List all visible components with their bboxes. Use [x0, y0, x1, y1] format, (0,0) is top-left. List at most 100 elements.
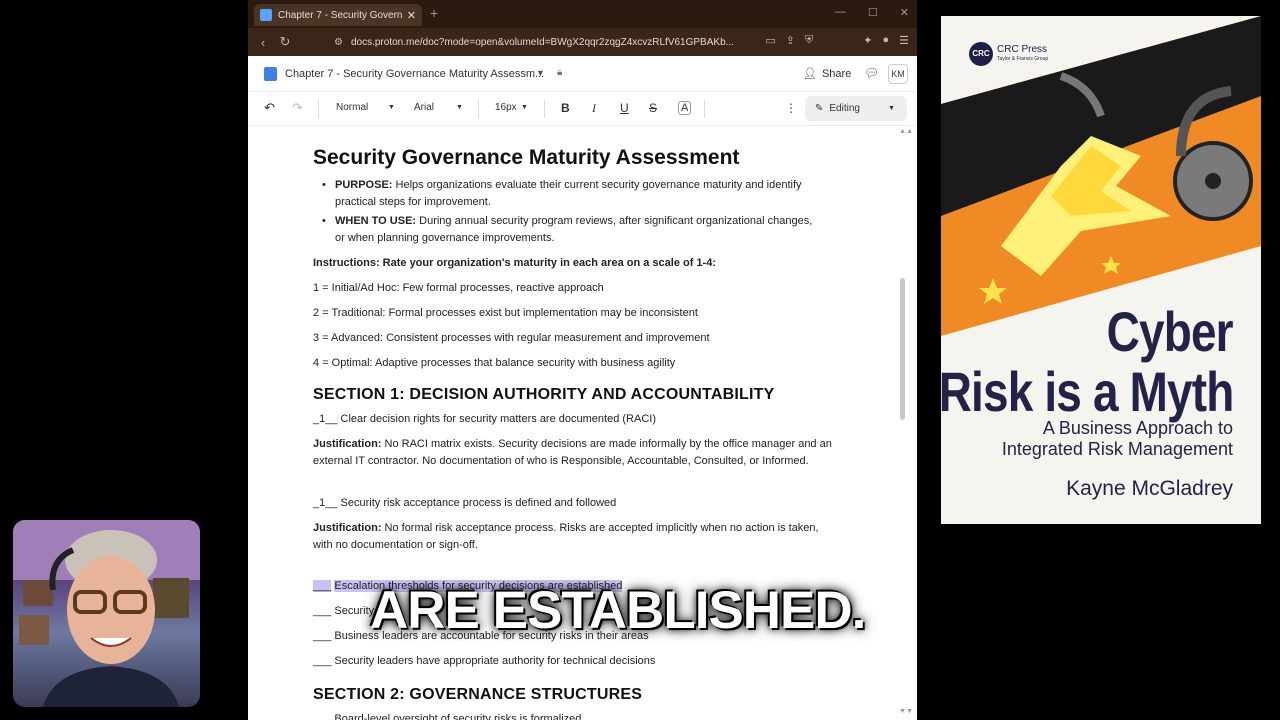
tab-chapter-7[interactable]: Chapter 7 - Security Governance ✕: [254, 4, 422, 26]
chevron-down-icon: ▼: [887, 105, 895, 112]
chevron-down-icon[interactable]: ▼: [521, 104, 528, 111]
keyhole: [1205, 173, 1221, 189]
font-size-select[interactable]: 16px: [495, 102, 517, 113]
back-icon[interactable]: ‹: [252, 35, 274, 50]
menu-icon[interactable]: ☰: [899, 34, 909, 47]
redo-icon[interactable]: ↷: [292, 100, 303, 116]
font-family-select[interactable]: Arial: [414, 102, 434, 113]
scroll-up-icon[interactable]: ▲▲: [899, 128, 913, 135]
purpose-text: Helps organizations evaluate their curre…: [335, 179, 802, 208]
assessment-item: _1__ Security risk acceptance process is…: [313, 497, 617, 509]
presenter-shirt: [43, 666, 179, 707]
scrollbar-thumb[interactable]: [900, 278, 905, 420]
close-icon[interactable]: ✕: [407, 9, 416, 22]
url-field[interactable]: ⚙ docs.proton.me/doc?mode=open&volumeId=…: [334, 32, 752, 52]
document-header: Chapter 7 - Security Governance Maturity…: [248, 56, 917, 92]
chevron-down-icon[interactable]: ▼: [536, 68, 545, 78]
document-icon: [264, 67, 277, 81]
window-controls: — ☐ ✕: [835, 6, 909, 19]
text-color-button[interactable]: A: [678, 101, 692, 115]
share-button[interactable]: 👤︎ Share: [803, 67, 852, 81]
book-cover: CRC CRC Press Taylor & Francis Group Cyb…: [941, 16, 1261, 524]
address-bar: ‹ ↻ ⚙ docs.proton.me/doc?mode=open&volum…: [248, 28, 917, 56]
profile-icon[interactable]: ●: [882, 34, 889, 47]
underline-button[interactable]: U: [620, 101, 629, 115]
strikethrough-button[interactable]: S: [649, 101, 657, 115]
maximize-icon[interactable]: ☐: [868, 6, 878, 19]
more-options-icon[interactable]: ⋮: [785, 101, 797, 115]
divider: [478, 100, 479, 118]
scale-item: 3 = Advanced: Consistent processes with …: [313, 332, 710, 344]
shield-icon[interactable]: ⛨: [805, 34, 813, 47]
highlighted-blank[interactable]: ___: [313, 580, 332, 592]
assessment-item: ___ Board-level oversight of security ri…: [313, 713, 582, 720]
extensions-icon[interactable]: ✦: [863, 34, 872, 47]
video-frame: Chapter 7 - Security Governance ✕ + — ☐ …: [0, 0, 1280, 720]
lock-icon: 🔒︎: [557, 67, 563, 78]
book-subtitle-line-1: A Business Approach to: [1042, 418, 1233, 438]
instructions-text: Instructions: Rate your organization's m…: [313, 257, 716, 269]
chevron-down-icon[interactable]: ▼: [388, 104, 395, 111]
book-cover-artwork: [941, 16, 1261, 336]
reload-icon[interactable]: ↻: [274, 34, 296, 50]
paragraph-style-select[interactable]: Normal: [336, 102, 368, 113]
document-title[interactable]: Chapter 7 - Security Governance Maturity…: [285, 68, 544, 80]
divider: [318, 100, 319, 118]
crc-press-logo: CRC: [969, 42, 993, 66]
divider: [544, 100, 545, 118]
address-bar-icons: ▭ ⇪ ⛨ ✦ ● ☰: [765, 34, 909, 47]
wall-picture: [153, 578, 189, 618]
justification: Justification: No RACI matrix exists. Se…: [313, 436, 833, 470]
pencil-icon: ✎: [815, 103, 824, 114]
share-label: Share: [821, 67, 852, 80]
list-item: WHEN TO USE: During annual security prog…: [322, 213, 825, 247]
book-subtitle-line-2: Integrated Risk Management: [1001, 439, 1233, 459]
new-tab-button[interactable]: +: [430, 5, 438, 21]
publisher-name: CRC Press: [997, 44, 1048, 55]
url-text: docs.proton.me/doc?mode=open&volumeId=BW…: [350, 36, 734, 48]
chevron-down-icon[interactable]: ▼: [456, 104, 463, 111]
proton-docs-icon: [260, 9, 272, 21]
editing-label: Editing: [829, 103, 860, 114]
cast-icon[interactable]: ▭: [765, 34, 775, 47]
tab-bar: Chapter 7 - Security Governance ✕ + — ☐ …: [248, 0, 917, 28]
justification-label: Justification:: [313, 438, 382, 450]
book-title-line-2: Risk is a Myth: [941, 360, 1234, 423]
book-title-line-1: Cyber: [1106, 300, 1234, 363]
presenter-video: [13, 520, 200, 707]
publisher-subtitle: Taylor & Francis Group: [997, 56, 1049, 62]
add-user-icon: 👤︎: [803, 68, 817, 80]
scroll-down-icon[interactable]: ▼▼: [899, 708, 913, 715]
assessment-item: _1__ Clear decision rights for security …: [313, 413, 656, 425]
bold-button[interactable]: B: [561, 101, 570, 115]
book-author: Kayne McGladrey: [1066, 477, 1233, 500]
justification-text: No RACI matrix exists. Security decision…: [313, 438, 832, 467]
section-heading: SECTION 1: DECISION AUTHORITY AND ACCOUN…: [313, 386, 775, 403]
purpose-label: PURPOSE:: [335, 179, 393, 191]
divider: [704, 100, 705, 118]
share-page-icon[interactable]: ⇪: [786, 34, 795, 47]
list-item: PURPOSE: Helps organizations evaluate th…: [322, 177, 825, 211]
avatar[interactable]: KM: [888, 64, 908, 84]
justification-text: No formal risk acceptance process. Risks…: [313, 522, 819, 551]
document-heading: Security Governance Maturity Assessment: [313, 146, 740, 169]
minimize-icon[interactable]: —: [835, 6, 846, 19]
editing-mode-select[interactable]: ✎ Editing ▼: [805, 96, 907, 121]
tab-title: Chapter 7 - Security Governance: [278, 9, 403, 21]
editor-toolbar: ↶ ↷ Normal ▼ Arial ▼ 16px ▼ B I U S A ⋮ …: [248, 92, 917, 126]
webcam-overlay: [13, 520, 200, 707]
assessment-item: ___ Security leaders have appropriate au…: [313, 655, 656, 667]
scale-item: 4 = Optimal: Adaptive processes that bal…: [313, 357, 676, 369]
when-label: WHEN TO USE:: [335, 215, 417, 227]
undo-icon[interactable]: ↶: [264, 100, 275, 116]
wall-picture: [19, 615, 49, 645]
site-info-icon[interactable]: ⚙: [334, 37, 343, 48]
comment-icon[interactable]: 💬︎: [864, 66, 879, 80]
justification-label: Justification:: [313, 522, 382, 534]
italic-button[interactable]: I: [592, 101, 596, 116]
window-close-icon[interactable]: ✕: [900, 6, 909, 19]
wall-picture: [23, 580, 53, 606]
section-heading: SECTION 2: GOVERNANCE STRUCTURES: [313, 686, 643, 703]
scale-item: 2 = Traditional: Formal processes exist …: [313, 307, 698, 319]
